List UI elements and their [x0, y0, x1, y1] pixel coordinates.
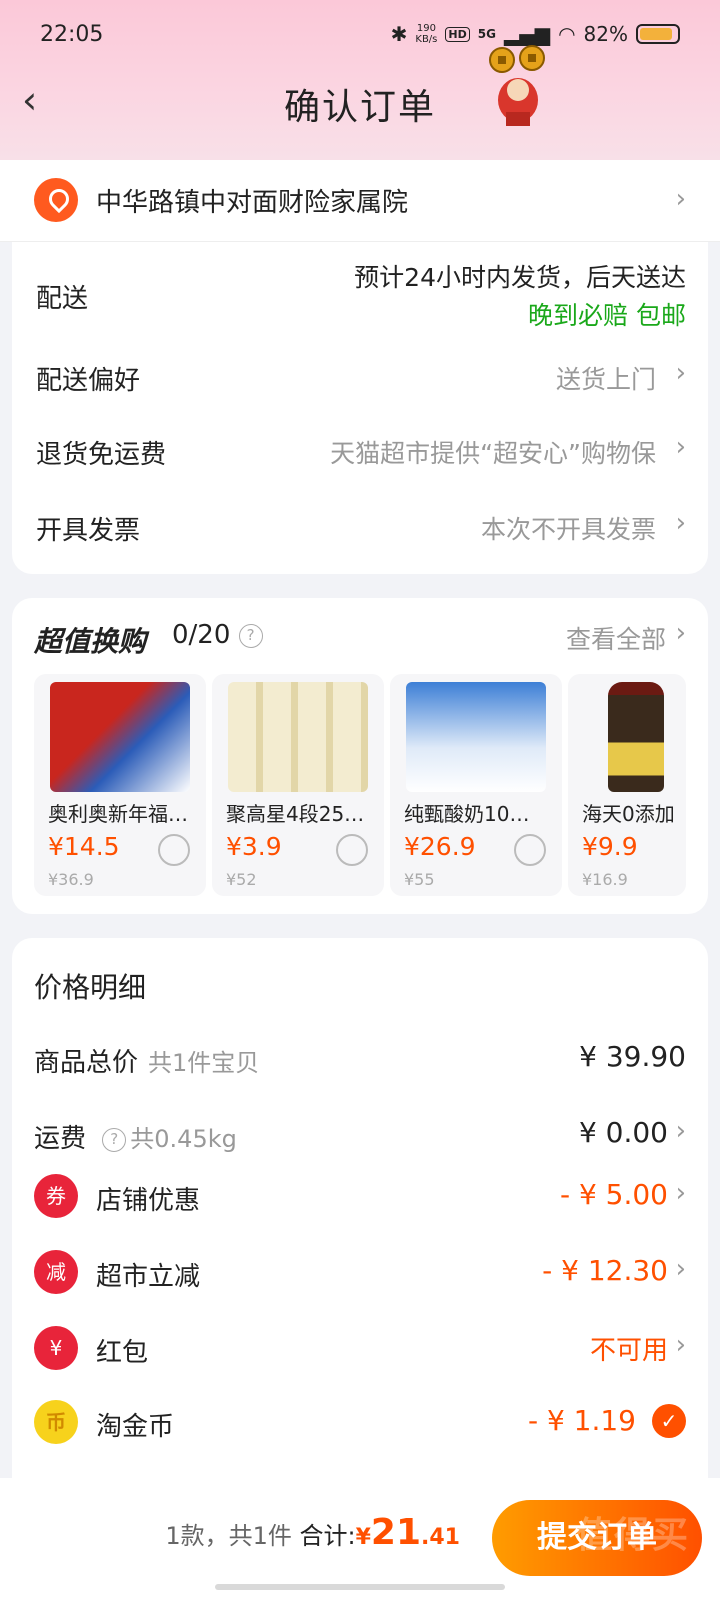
product-image — [406, 682, 546, 792]
trade-in-product[interactable]: 奥利奥新年福… ¥14.5 ¥36.9 — [34, 674, 206, 896]
product-name: 奥利奥新年福… — [48, 802, 188, 826]
wifi-icon: ◠ — [558, 22, 576, 46]
festive-mascot-icon — [489, 45, 545, 126]
product-price: ¥9.9 — [582, 832, 638, 861]
discount-icon: 减 — [34, 1250, 78, 1294]
network-label: 5G — [477, 27, 496, 41]
status-bar: 22:05 ✱ 190 KB/s HD 5G ▂▄▆ ◠ 82% — [40, 22, 680, 52]
store-discount-label: 店铺优惠 — [96, 1186, 201, 1216]
order-summary: 1款，共1件 合计:¥21.41 — [165, 1512, 460, 1553]
goods-total-value: ¥ 39.90 — [579, 1040, 686, 1073]
product-original-price: ¥36.9 — [48, 870, 94, 889]
chevron-right-icon: › — [675, 1254, 686, 1284]
chevron-right-icon: › — [675, 1330, 686, 1360]
invoice-label: 开具发票 — [36, 516, 141, 546]
product-image — [608, 682, 664, 792]
address-text: 中华路镇中对面财险家属院 — [96, 188, 409, 218]
product-image — [228, 682, 368, 792]
chevron-right-icon: › — [675, 1116, 686, 1146]
product-name: 海天0添加 — [582, 802, 675, 826]
watermark-logo: 值得买 — [575, 1515, 690, 1556]
delivery-label: 配送 — [36, 284, 89, 314]
gold-coin-icon: 币 — [34, 1400, 78, 1444]
product-name: 聚高星4段25… — [226, 802, 365, 826]
chevron-right-icon: › — [675, 432, 686, 462]
network-speed: 190 KB/s — [415, 23, 438, 45]
goods-total-count: 共1件宝贝 — [148, 1049, 260, 1077]
total-amount: 21 — [370, 1512, 422, 1553]
shipping-weight: 共0.45kg — [130, 1125, 237, 1153]
product-original-price: ¥16.9 — [582, 870, 628, 889]
chevron-right-icon: › — [675, 618, 686, 648]
item-count: 1款，共1件 — [165, 1522, 292, 1550]
trade-in-product[interactable]: 聚高星4段25… ¥3.9 ¥52 — [212, 674, 384, 896]
chevron-right-icon: › — [675, 1178, 686, 1208]
home-indicator[interactable] — [215, 1584, 505, 1590]
red-packet-label: 红包 — [96, 1338, 149, 1368]
trade-in-product[interactable]: 纯甄酸奶10… ¥26.9 ¥55 — [390, 674, 562, 896]
delivery-card: 配送 预计24小时内发货，后天送达 晚到必赔 包邮 配送偏好 送货上门 › 退货… — [12, 242, 708, 574]
product-image — [50, 682, 190, 792]
select-radio[interactable] — [336, 834, 368, 866]
address-bar[interactable]: 中华路镇中对面财险家属院 › — [0, 160, 720, 242]
trade-in-count: 0/20 ? — [172, 620, 263, 650]
status-icons: ✱ 190 KB/s HD 5G ▂▄▆ ◠ 82% — [391, 22, 680, 46]
product-name: 纯甄酸奶10… — [404, 802, 530, 826]
red-packet-value: 不可用 — [589, 1336, 668, 1366]
supermarket-discount-label: 超市立减 — [96, 1262, 201, 1292]
chevron-right-icon: › — [675, 508, 686, 538]
coupon-icon: 券 — [34, 1174, 78, 1218]
taojinbi-value: - ¥ 1.19 — [527, 1404, 636, 1437]
bluetooth-icon: ✱ — [390, 22, 408, 46]
delivery-eta: 预计24小时内发货，后天送达 — [354, 263, 686, 292]
trade-in-count-value: 0/20 — [172, 620, 231, 650]
trade-in-card: 超值换购 0/20 ? 查看全部 › 奥利奥新年福… ¥14.5 ¥36.9 聚… — [12, 598, 708, 914]
hd-badge: HD — [445, 26, 470, 42]
total-label: 合计: — [299, 1522, 356, 1550]
delivery-guarantee: 晚到必赔 包邮 — [528, 301, 686, 330]
currency-symbol: ¥ — [355, 1525, 371, 1550]
product-price: ¥14.5 — [48, 832, 120, 861]
product-original-price: ¥52 — [226, 870, 257, 889]
shipping-text: 运费 — [34, 1124, 87, 1154]
goods-total-text: 商品总价 — [34, 1048, 139, 1078]
signal-icon: ▂▄▆ — [503, 22, 551, 46]
shipping-value: ¥ 0.00 — [578, 1116, 668, 1149]
store-discount-value: - ¥ 5.00 — [559, 1178, 668, 1211]
return-shipping-value: 天猫超市提供“超安心”购物保 — [330, 439, 656, 468]
trade-in-product[interactable]: 海天0添加 ¥9.9 ¥16.9 — [568, 674, 686, 896]
trade-in-title: 超值换购 — [34, 625, 147, 658]
total-amount-decimal: .41 — [421, 1525, 460, 1550]
taojinbi-label: 淘金币 — [96, 1412, 175, 1442]
return-shipping-label: 退货免运费 — [36, 440, 167, 470]
delivery-preference-value: 送货上门 — [555, 365, 656, 394]
product-original-price: ¥55 — [404, 870, 435, 889]
shipping-label: 运费 ? 共0.45kg — [34, 1118, 237, 1155]
delivery-preference-label: 配送偏好 — [36, 366, 141, 396]
bottom-bar: 1款，共1件 合计:¥21.41 提交订单 值得买 — [0, 1478, 720, 1600]
chevron-right-icon: › — [675, 358, 686, 388]
battery-icon — [636, 24, 680, 44]
checkmark-icon[interactable]: ✓ — [652, 1404, 686, 1438]
product-price: ¥3.9 — [226, 832, 282, 861]
view-all-link[interactable]: 查看全部 — [566, 620, 666, 656]
price-detail-title: 价格明细 — [34, 971, 147, 1004]
product-price: ¥26.9 — [404, 832, 476, 861]
nav-bar: ‹ 确认订单 — [0, 72, 720, 132]
goods-total-label: 商品总价 共1件宝贝 — [34, 1042, 259, 1079]
invoice-value: 本次不开具发票 — [480, 515, 656, 544]
top-bar: 22:05 ✱ 190 KB/s HD 5G ▂▄▆ ◠ 82% ‹ 确认订单 — [0, 0, 720, 160]
page-title: 确认订单 — [283, 87, 436, 128]
battery-percent: 82% — [583, 22, 628, 46]
select-radio[interactable] — [158, 834, 190, 866]
select-radio[interactable] — [514, 834, 546, 866]
help-icon[interactable]: ? — [102, 1127, 127, 1152]
location-pin-icon — [34, 178, 78, 222]
price-detail-card: 价格明细 商品总价 共1件宝贝 ¥ 39.90 运费 ? 共0.45kg ¥ 0.0… — [12, 938, 708, 1478]
status-time: 22:05 — [40, 22, 104, 47]
chevron-right-icon: › — [675, 184, 686, 214]
help-icon[interactable]: ? — [238, 623, 263, 648]
red-packet-icon: ¥ — [34, 1326, 78, 1370]
supermarket-discount-value: - ¥ 12.30 — [542, 1254, 668, 1287]
